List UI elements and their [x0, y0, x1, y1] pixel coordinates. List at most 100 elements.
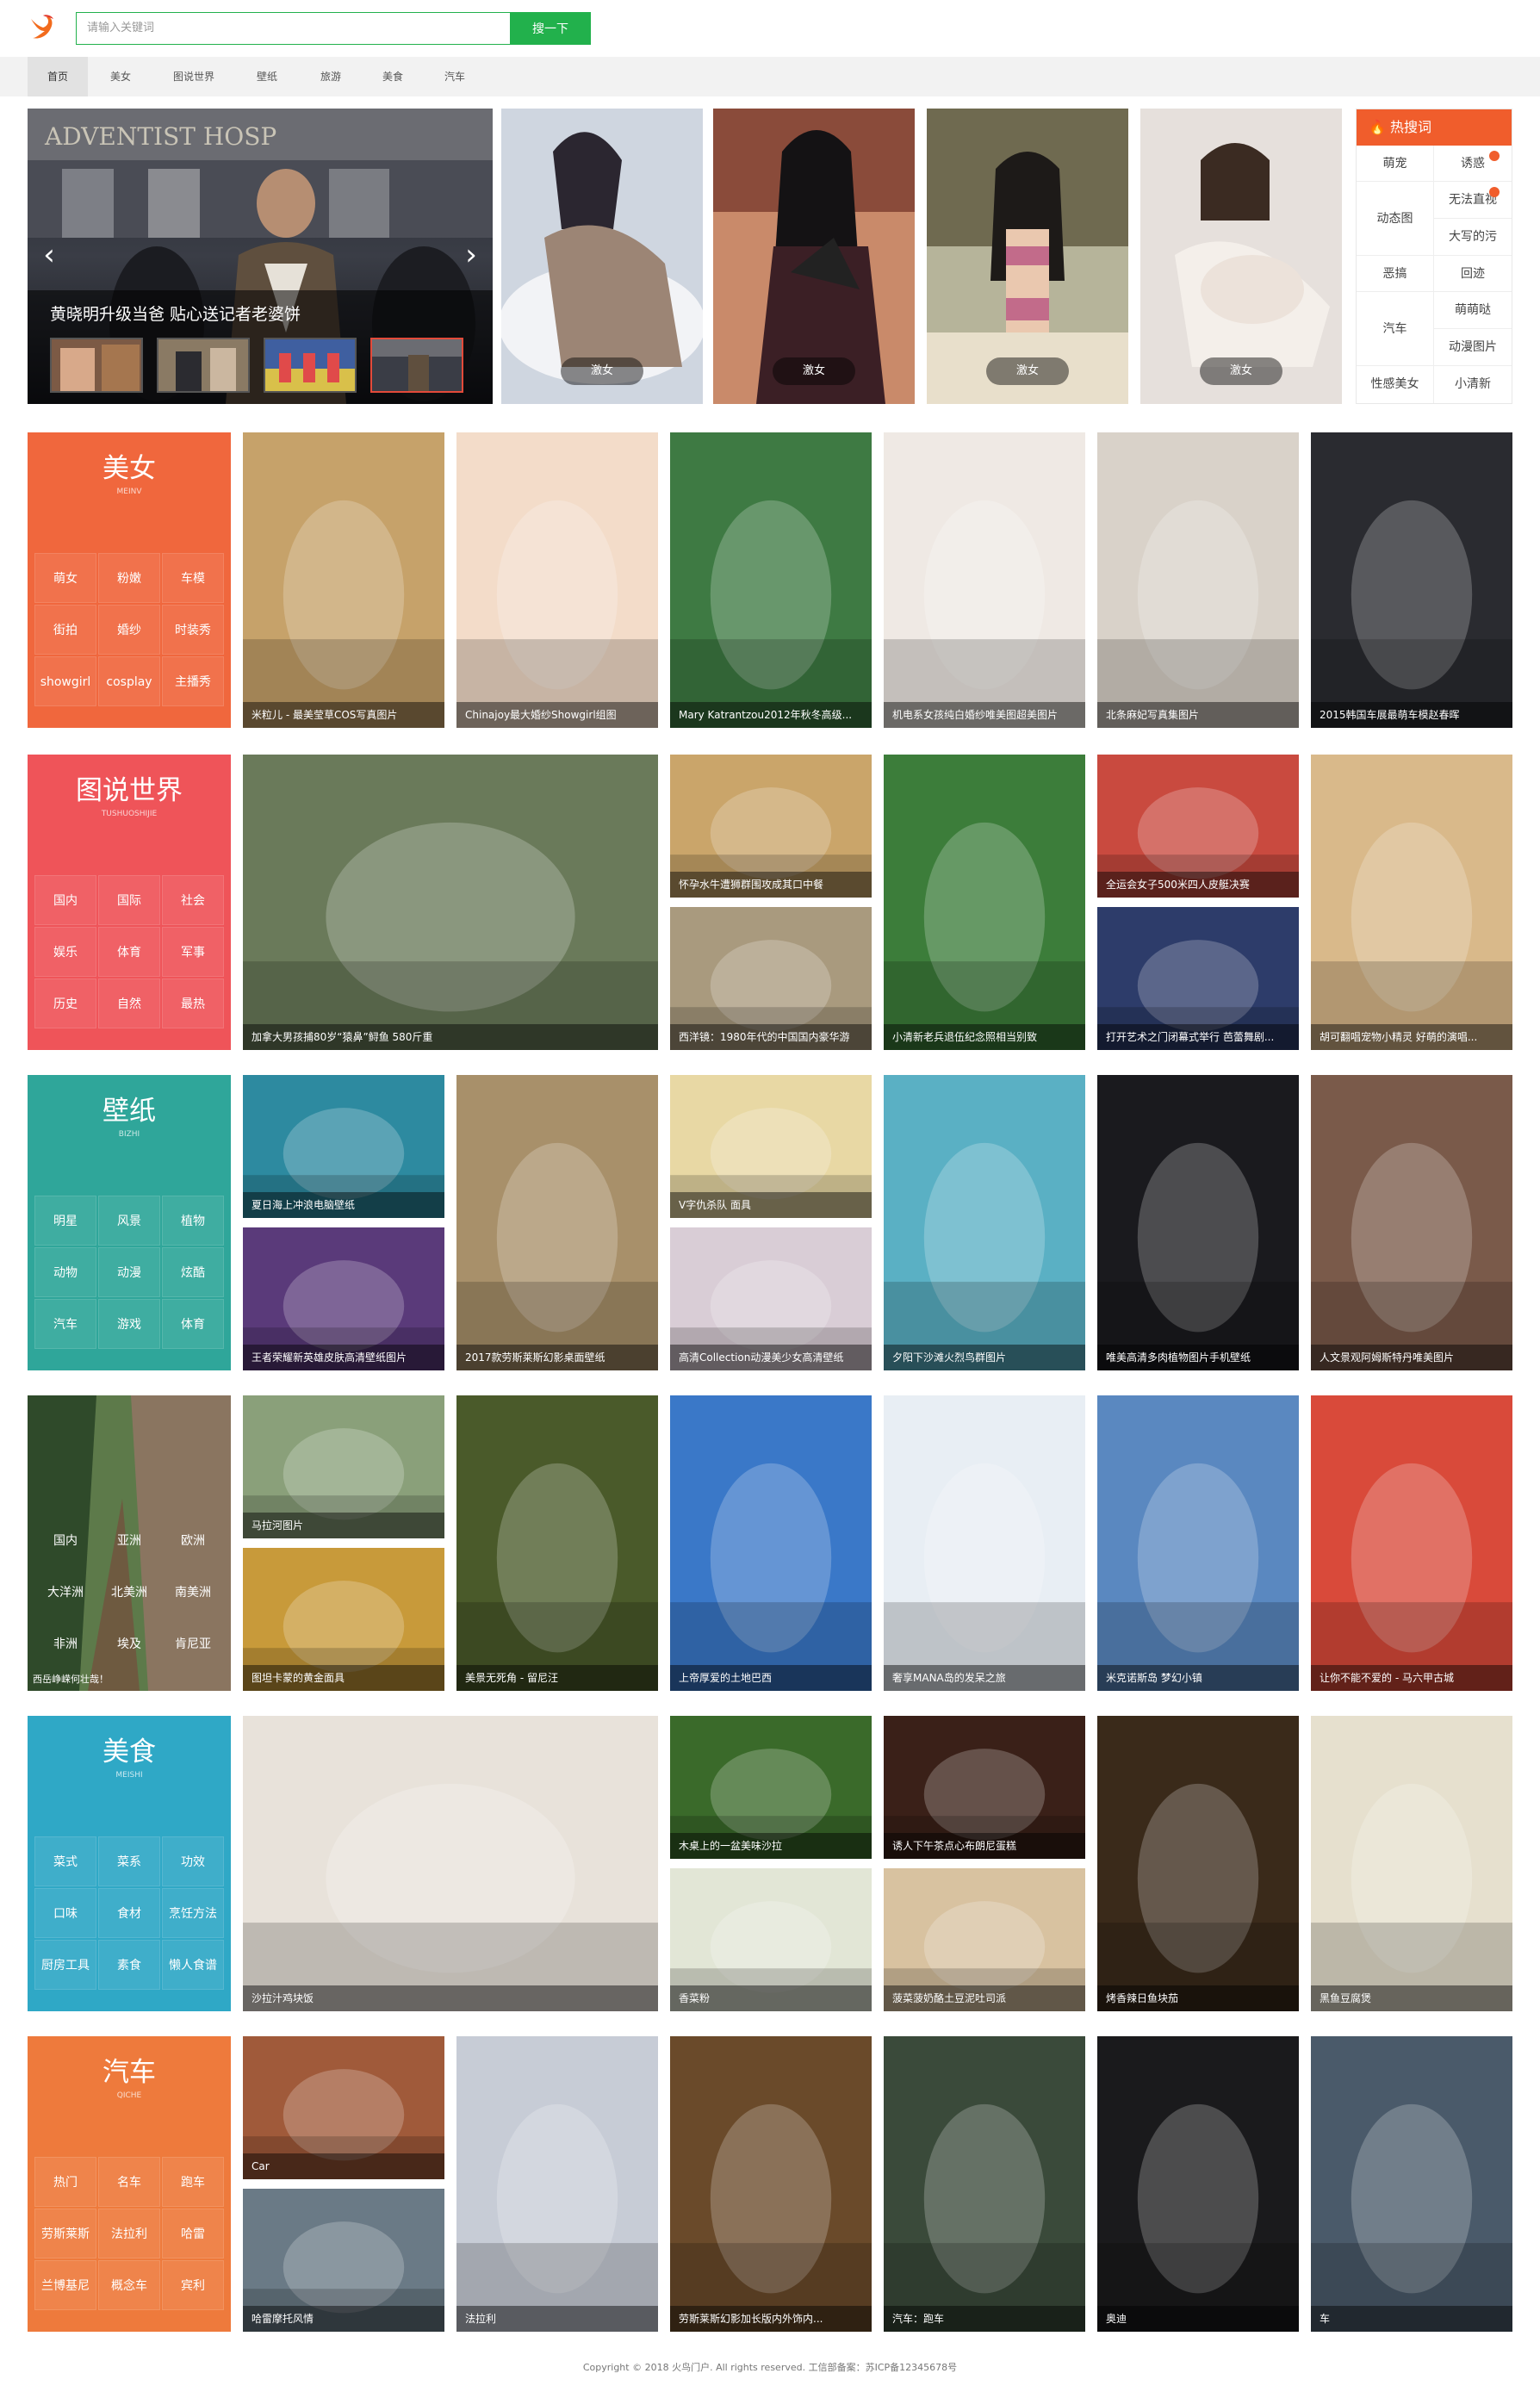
- category-link[interactable]: 车模: [162, 553, 224, 603]
- category-title[interactable]: 壁纸: [28, 1089, 231, 1128]
- photo-tile[interactable]: 菠菜菠奶酪土豆泥吐司派: [884, 1868, 1085, 2011]
- hot-word[interactable]: 无法直视: [1434, 182, 1512, 219]
- slider-thumb[interactable]: [264, 338, 357, 393]
- category-link[interactable]: 国内: [34, 1516, 96, 1566]
- photo-tile[interactable]: 沙拉汁鸡块饭: [243, 1716, 658, 2011]
- category-link[interactable]: 劳斯莱斯: [34, 2209, 96, 2258]
- photo-tile[interactable]: 米粒儿 - 最美莹草COS写真图片: [243, 432, 444, 728]
- category-link[interactable]: 亚洲: [98, 1516, 160, 1566]
- category-title[interactable]: 汽车: [28, 2050, 231, 2089]
- hot-word[interactable]: 小清新: [1434, 366, 1512, 403]
- category-link[interactable]: 娱乐: [34, 927, 96, 977]
- search-input[interactable]: 请输入关键词: [76, 12, 510, 45]
- photo-tile[interactable]: 西洋镜：1980年代的中国国内豪华游: [670, 907, 872, 1050]
- category-link[interactable]: 跑车: [162, 2157, 224, 2207]
- category-link[interactable]: 兰博基尼: [34, 2260, 96, 2310]
- photo-tile[interactable]: 木桌上的一盆美味沙拉: [670, 1716, 872, 1859]
- photo-tile[interactable]: 奥迪: [1097, 2036, 1299, 2332]
- category-link[interactable]: 体育: [162, 1299, 224, 1349]
- category-link[interactable]: 概念车: [98, 2260, 160, 2310]
- photo-tile[interactable]: 香菜粉: [670, 1868, 872, 2011]
- featured-card[interactable]: 激女: [713, 109, 915, 404]
- category-link[interactable]: 哈雷: [162, 2209, 224, 2258]
- category-link[interactable]: 婚纱: [98, 605, 160, 655]
- category-link[interactable]: 街拍: [34, 605, 96, 655]
- category-link[interactable]: 历史: [34, 979, 96, 1028]
- category-link[interactable]: 大洋洲: [34, 1568, 96, 1618]
- slider-next-button[interactable]: ›: [458, 238, 484, 272]
- photo-tile[interactable]: 胡可翻唱宠物小精灵 好萌的演唱...: [1311, 755, 1512, 1050]
- category-link[interactable]: 素食: [98, 1940, 160, 1990]
- photo-tile[interactable]: 唯美高清多肉植物图片手机壁纸: [1097, 1075, 1299, 1370]
- slider-thumb[interactable]: [157, 338, 250, 393]
- photo-tile[interactable]: 2015韩国车展最萌车模赵春晖: [1311, 432, 1512, 728]
- hot-word[interactable]: 动态图: [1357, 182, 1434, 256]
- photo-tile[interactable]: 图坦卡蒙的黄金面具: [243, 1548, 444, 1691]
- photo-tile[interactable]: 打开艺术之门闭幕式举行 芭蕾舞剧...: [1097, 907, 1299, 1050]
- category-link[interactable]: 动物: [34, 1247, 96, 1297]
- category-link[interactable]: 埃及: [98, 1619, 160, 1669]
- photo-tile[interactable]: Car: [243, 2036, 444, 2179]
- nav-item-travel[interactable]: 旅游: [303, 57, 358, 96]
- category-link[interactable]: 欧洲: [162, 1516, 224, 1566]
- category-link[interactable]: 北美洲: [98, 1568, 160, 1618]
- slider-thumb[interactable]: [50, 338, 143, 393]
- category-link[interactable]: 懒人食谱: [162, 1940, 224, 1990]
- category-link[interactable]: 军事: [162, 927, 224, 977]
- category-link[interactable]: 功效: [162, 1836, 224, 1886]
- photo-tile[interactable]: V字仇杀队 面具: [670, 1075, 872, 1218]
- photo-tile[interactable]: 美景无死角 - 留尼汪: [456, 1395, 658, 1691]
- category-title[interactable]: 图说世界: [28, 768, 231, 807]
- hot-word[interactable]: 回迹: [1434, 256, 1512, 292]
- category-link[interactable]: 自然: [98, 979, 160, 1028]
- category-link[interactable]: 菜系: [98, 1836, 160, 1886]
- photo-tile[interactable]: 烤香辣日鱼块茄: [1097, 1716, 1299, 2011]
- category-link[interactable]: 动漫: [98, 1247, 160, 1297]
- nav-item-food[interactable]: 美食: [365, 57, 420, 96]
- photo-tile[interactable]: 马拉河图片: [243, 1395, 444, 1538]
- nav-item-wallpaper[interactable]: 壁纸: [239, 57, 295, 96]
- category-link[interactable]: 口味: [34, 1888, 96, 1938]
- category-link[interactable]: 食材: [98, 1888, 160, 1938]
- photo-tile[interactable]: 高清Collection动漫美少女高清壁纸: [670, 1227, 872, 1370]
- photo-tile[interactable]: 上帝厚爱的土地巴西: [670, 1395, 872, 1691]
- category-link[interactable]: 热门: [34, 2157, 96, 2207]
- category-link[interactable]: 社会: [162, 875, 224, 925]
- nav-item-world[interactable]: 图说世界: [155, 57, 233, 96]
- slider-caption[interactable]: 黄晓明升级当爸 贴心送记者老婆饼: [50, 301, 301, 325]
- category-link[interactable]: 法拉利: [98, 2209, 160, 2258]
- photo-tile[interactable]: 让你不能不爱的 - 马六甲古城: [1311, 1395, 1512, 1691]
- category-link[interactable]: 汽车: [34, 1299, 96, 1349]
- category-link[interactable]: 游戏: [98, 1299, 160, 1349]
- category-link[interactable]: 炫酷: [162, 1247, 224, 1297]
- nav-item-car[interactable]: 汽车: [427, 57, 482, 96]
- photo-tile[interactable]: 2017款劳斯莱斯幻影桌面壁纸: [456, 1075, 658, 1370]
- photo-tile[interactable]: 怀孕水牛遭狮群围攻成其口中餐: [670, 755, 872, 898]
- slider-prev-button[interactable]: ‹: [36, 238, 62, 272]
- photo-tile[interactable]: 机电系女孩纯白婚纱唯美图超美图片: [884, 432, 1085, 728]
- category-link[interactable]: 非洲: [34, 1619, 96, 1669]
- photo-tile[interactable]: 全运会女子500米四人皮艇决赛: [1097, 755, 1299, 898]
- photo-tile[interactable]: 哈雷摩托风情: [243, 2189, 444, 2332]
- hot-word[interactable]: 诱惑: [1434, 146, 1512, 182]
- hot-word[interactable]: 动漫图片: [1434, 329, 1512, 366]
- category-link[interactable]: 时装秀: [162, 605, 224, 655]
- category-link[interactable]: 名车: [98, 2157, 160, 2207]
- category-title[interactable]: 美女: [28, 446, 231, 485]
- category-link[interactable]: 萌女: [34, 553, 96, 603]
- slider-thumb-active[interactable]: [370, 338, 463, 393]
- photo-tile[interactable]: 加拿大男孩捕80岁“猿鼻”鲟鱼 580斤重: [243, 755, 658, 1050]
- photo-tile[interactable]: 奢享MANA岛的发呆之旅: [884, 1395, 1085, 1691]
- category-link[interactable]: 植物: [162, 1196, 224, 1246]
- category-link[interactable]: 肯尼亚: [162, 1619, 224, 1669]
- photo-tile[interactable]: Mary Katrantzou2012年秋冬高级...: [670, 432, 872, 728]
- hot-word[interactable]: 大写的污: [1434, 219, 1512, 256]
- category-link[interactable]: 厨房工具: [34, 1940, 96, 1990]
- photo-tile[interactable]: 王者荣耀新英雄皮肤高清壁纸图片: [243, 1227, 444, 1370]
- nav-item-home[interactable]: 首页: [28, 57, 88, 96]
- featured-card[interactable]: 激女: [1140, 109, 1342, 404]
- category-link[interactable]: 体育: [98, 927, 160, 977]
- photo-tile[interactable]: Chinajoy最大婚纱Showgirl组图: [456, 432, 658, 728]
- photo-tile[interactable]: 黑鱼豆腐煲: [1311, 1716, 1512, 2011]
- category-link[interactable]: 最热: [162, 979, 224, 1028]
